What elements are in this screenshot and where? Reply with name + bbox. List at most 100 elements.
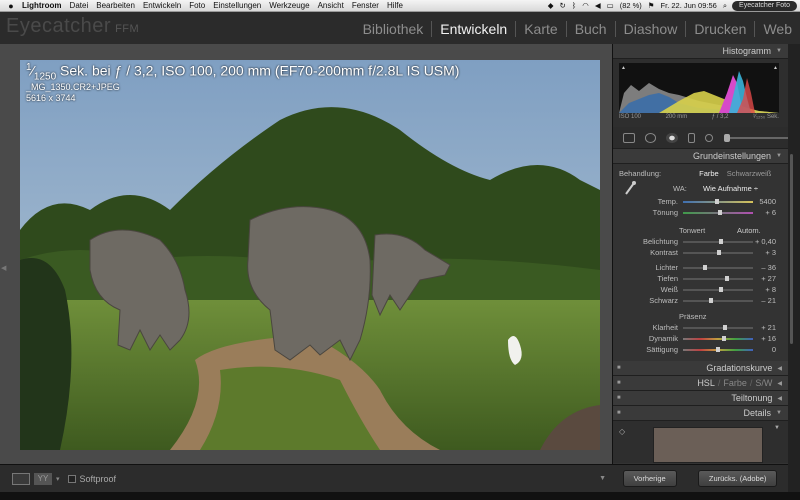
before-after-button[interactable]: YY [34, 472, 52, 485]
wifi-icon[interactable]: ◠ [579, 0, 592, 12]
slider-thumb[interactable] [725, 276, 730, 281]
module-web[interactable]: Web [754, 21, 800, 37]
slider-value[interactable]: + 21 [761, 323, 776, 332]
apple-icon[interactable]: ● [4, 1, 18, 11]
slider-value[interactable]: 0 [772, 345, 776, 354]
volume-icon[interactable]: ◀ [592, 0, 604, 12]
hsl-color-title[interactable]: Farbe [723, 378, 747, 388]
details-header[interactable]: ■ Details ▼ [613, 406, 788, 421]
loupe-view-button[interactable] [12, 472, 30, 485]
slider-thumb[interactable] [709, 298, 713, 303]
module-drucken[interactable]: Drucken [685, 21, 754, 37]
shadow-clipping-icon[interactable]: ▲ [621, 65, 626, 71]
detail-preview[interactable] [653, 427, 763, 463]
slider-value[interactable]: + 8 [765, 285, 776, 294]
panel-scrollbar[interactable] [788, 44, 800, 492]
menu-fenster[interactable]: Fenster [348, 0, 383, 12]
scrollbar-thumb[interactable] [790, 154, 793, 344]
menu-werkzeuge[interactable]: Werkzeuge [265, 0, 313, 12]
auto-tone-button[interactable]: Autom. [737, 226, 761, 235]
histogram-header[interactable]: Histogramm ▼ [613, 44, 788, 59]
slider-track[interactable] [683, 278, 753, 280]
slider-klarheit[interactable]: Klarheit + 21 [613, 322, 788, 333]
preview-expand-icon[interactable]: ▼ [774, 425, 780, 431]
hsl-bw-title[interactable]: S/W [755, 378, 772, 388]
slider-thumb[interactable] [716, 250, 721, 255]
slider-value[interactable]: + 16 [761, 334, 776, 343]
spotlight-icon[interactable]: ⌕ [720, 0, 730, 12]
panel-switch-icon[interactable]: ■ [617, 410, 621, 416]
flag-icon[interactable]: ⚑ [645, 0, 658, 12]
slider-saettigung[interactable]: Sättigung 0 [613, 344, 788, 355]
slider-schwarz[interactable]: Schwarz – 21 [613, 295, 788, 306]
target-icon[interactable]: ◇ [619, 427, 625, 436]
red-eye-icon[interactable] [666, 132, 678, 143]
basic-panel-header[interactable]: Grundeinstellungen ▼ [613, 149, 788, 164]
softproof-checkbox[interactable] [67, 474, 76, 483]
bluetooth-icon[interactable]: ᛒ [569, 0, 580, 12]
menu-ansicht[interactable]: Ansicht [314, 0, 348, 12]
slider-thumb[interactable] [714, 199, 719, 204]
highlight-clipping-icon[interactable]: ▲ [773, 65, 778, 71]
slider-value[interactable]: + 0,40 [755, 237, 776, 246]
slider-dynamik[interactable]: Dynamik + 16 [613, 333, 788, 344]
split-toning-header[interactable]: ■ Teiltonung ◀ [613, 391, 788, 406]
before-after-dropdown-icon[interactable]: ▾ [56, 475, 60, 483]
module-bibliothek[interactable]: Bibliothek [355, 21, 432, 37]
menu-hilfe[interactable]: Hilfe [383, 0, 407, 12]
menu-datei[interactable]: Datei [66, 0, 93, 12]
left-panel-toggle-icon[interactable]: ◀ [1, 264, 6, 272]
slider-thumb[interactable] [718, 210, 723, 215]
panel-switch-icon[interactable]: ■ [617, 365, 621, 371]
dropbox-icon[interactable]: ◆ [545, 0, 557, 12]
slider-kontrast[interactable]: Kontrast + 3 [613, 247, 788, 258]
slider-track[interactable] [683, 300, 753, 302]
slider-thumb[interactable] [703, 265, 708, 270]
slider-tiefen[interactable]: Tiefen + 27 [613, 273, 788, 284]
user-menu[interactable]: Eyecatcher Foto [732, 0, 797, 11]
eyedropper-icon[interactable] [623, 180, 637, 196]
hsl-header[interactable]: ■ HSL / Farbe / S/W ◀ [613, 376, 788, 391]
slider-temp[interactable]: Temp. 5400 [613, 196, 788, 207]
menu-app-name[interactable]: Lightroom [18, 0, 66, 12]
treatment-color-option[interactable]: Farbe [699, 169, 719, 178]
tone-curve-header[interactable]: ■ Gradationskurve ◀ [613, 361, 788, 376]
module-entwickeln[interactable]: Entwickeln [431, 21, 515, 37]
menu-foto[interactable]: Foto [185, 0, 209, 12]
graduated-filter-icon[interactable] [687, 132, 696, 143]
battery-icon[interactable]: ▭ [604, 0, 617, 12]
slider-thumb[interactable] [721, 336, 726, 341]
slider-track[interactable] [683, 338, 753, 340]
module-diashow[interactable]: Diashow [614, 21, 686, 37]
treatment-bw-option[interactable]: Schwarzweiß [727, 169, 772, 178]
slider-value[interactable]: 5400 [759, 197, 776, 206]
hsl-title[interactable]: HSL [697, 378, 715, 388]
slider-value[interactable]: + 6 [765, 208, 776, 217]
panel-switch-icon[interactable]: ■ [617, 395, 621, 401]
previous-button[interactable]: Vorherige [622, 470, 677, 487]
slider-value[interactable]: + 27 [761, 274, 776, 283]
module-karte[interactable]: Karte [515, 21, 565, 37]
slider-thumb[interactable] [718, 239, 723, 244]
module-buch[interactable]: Buch [565, 21, 615, 37]
slider-lichter[interactable]: Lichter – 36 [613, 262, 788, 273]
slider-weiss[interactable]: Weiß + 8 [613, 284, 788, 295]
slider-value[interactable]: – 36 [761, 263, 776, 272]
toolbar-menu-icon[interactable]: ▼ [599, 475, 606, 482]
menu-clock[interactable]: Fr. 22. Jun 09:56 [658, 0, 720, 12]
slider-track[interactable] [683, 267, 753, 269]
spot-removal-icon[interactable] [644, 132, 657, 143]
menu-einstellungen[interactable]: Einstellungen [209, 0, 265, 12]
slider-thumb[interactable] [723, 325, 727, 330]
adjustment-brush-icon[interactable] [705, 133, 713, 142]
reset-button[interactable]: Zurücks. (Adobe) [697, 470, 778, 487]
panel-switch-icon[interactable]: ■ [617, 380, 621, 386]
slider-value[interactable]: + 3 [765, 248, 776, 257]
tool-size-slider[interactable] [723, 133, 788, 142]
crop-tool-icon[interactable] [623, 132, 635, 143]
photo-preview[interactable]: 1⁄1250 Sek. bei ƒ / 3,2, ISO 100, 200 mm… [20, 60, 600, 450]
slider-track[interactable] [683, 327, 753, 329]
menu-entwickeln[interactable]: Entwickeln [139, 0, 185, 12]
wb-select[interactable]: Wie Aufnahme ÷ [703, 184, 758, 193]
sync-icon[interactable]: ↻ [556, 0, 568, 12]
